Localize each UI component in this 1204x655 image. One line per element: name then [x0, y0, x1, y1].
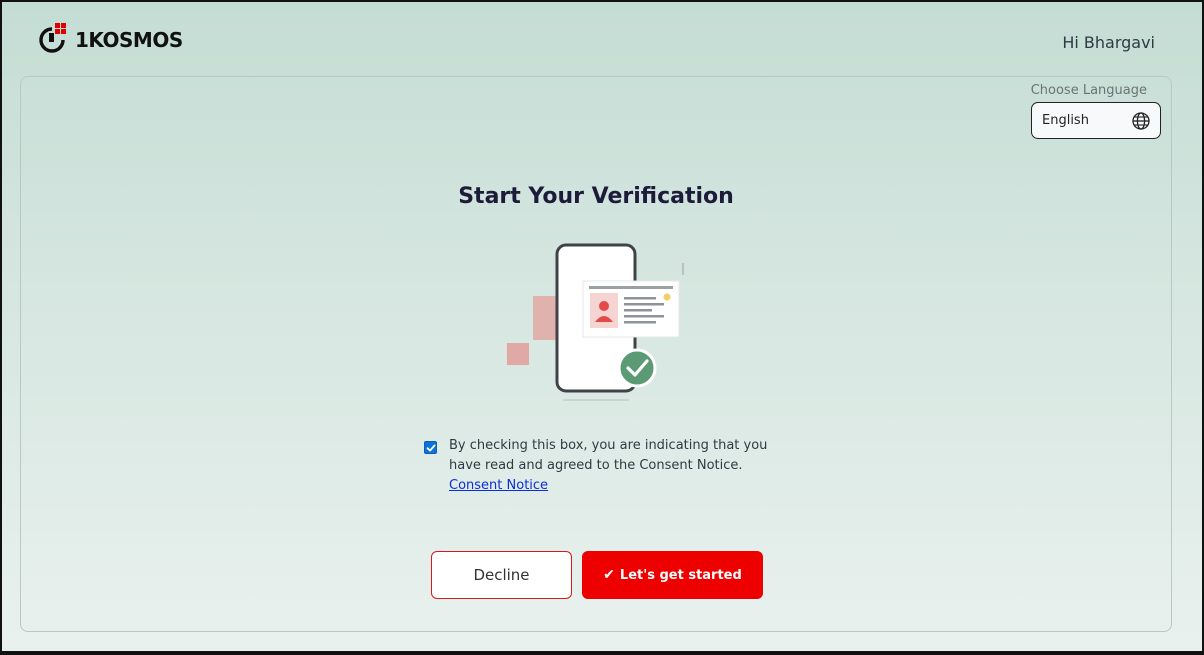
language-label: Choose Language [1030, 83, 1147, 98]
checkmark-icon [426, 444, 435, 451]
get-started-button[interactable]: ✔ Let's get started [582, 551, 763, 599]
consent-block: By checking this box, you are indicating… [424, 436, 769, 496]
phone-id-illustration [507, 243, 684, 401]
page-title: Start Your Verification [458, 184, 734, 209]
globe-icon [1132, 111, 1150, 130]
decline-label: Decline [473, 566, 530, 584]
consent-text-wrapper: By checking this box, you are indicating… [449, 436, 769, 496]
get-started-label: Let's get started [619, 567, 742, 583]
consent-checkbox[interactable] [424, 441, 437, 454]
language-selected-value: English [1042, 113, 1089, 128]
app-frame: 1KOSMOS Hi Bhargavi Choose Language Engl… [0, 0, 1204, 655]
consent-notice-link[interactable]: Consent Notice [449, 478, 548, 493]
user-greeting: Hi Bhargavi [1062, 33, 1155, 52]
language-select[interactable]: English [1031, 102, 1161, 139]
1kosmos-logo-icon [39, 23, 66, 53]
header: 1KOSMOS Hi Bhargavi [2, 2, 1202, 78]
brand-name: 1KOSMOS [75, 28, 183, 52]
brand-logo: 1KOSMOS [35, 23, 183, 57]
check-icon: ✔ [603, 567, 615, 583]
decline-button[interactable]: Decline [431, 551, 572, 599]
consent-text: By checking this box, you are indicating… [449, 438, 768, 473]
verification-card: Choose Language English Start Your Verif… [20, 76, 1172, 632]
